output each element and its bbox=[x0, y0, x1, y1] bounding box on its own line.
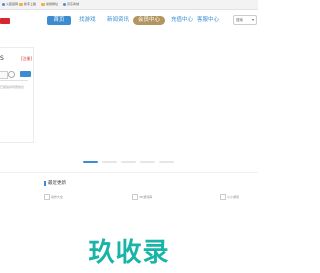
eye-icon[interactable] bbox=[8, 71, 15, 78]
carousel-dot[interactable] bbox=[83, 161, 98, 163]
register-link[interactable]: [注册] bbox=[21, 56, 32, 62]
bookmark-item[interactable]: 新手上路 bbox=[19, 0, 36, 9]
game-thumb[interactable]: 动作大全 bbox=[44, 194, 63, 200]
globe-icon bbox=[63, 3, 66, 6]
game-thumb[interactable]: 3D游戏库 bbox=[132, 194, 152, 200]
carousel-dot[interactable] bbox=[159, 161, 174, 163]
nav-search-dropdown[interactable]: 搜索 bbox=[233, 15, 257, 25]
nav-recharge[interactable]: 充值中心 bbox=[171, 16, 193, 25]
login-button[interactable] bbox=[20, 71, 31, 77]
login-panel: S [注册] 已阅读并同意协议 bbox=[0, 47, 34, 143]
section-marker bbox=[44, 181, 46, 186]
site-logo[interactable] bbox=[0, 18, 10, 24]
nav-games[interactable]: 找游戏 bbox=[79, 16, 96, 25]
section-title: 最近更新 bbox=[48, 181, 66, 186]
image-placeholder-icon bbox=[44, 194, 50, 200]
globe-icon bbox=[2, 3, 5, 6]
chevron-down-icon bbox=[252, 19, 254, 21]
bookmarks-bar: 火狐官网 新手上路 常用网址 京东商城 bbox=[0, 0, 258, 10]
divider bbox=[0, 80, 28, 81]
password-field[interactable] bbox=[0, 71, 8, 79]
nav-service[interactable]: 客服中心 bbox=[197, 16, 219, 25]
nav-member[interactable]: 会员中心 bbox=[133, 16, 165, 25]
bookmark-item[interactable]: 京东商城 bbox=[63, 0, 79, 9]
nav-home[interactable]: 首页 bbox=[47, 16, 71, 25]
nav-news[interactable]: 新闻资讯 bbox=[107, 16, 129, 25]
folder-icon bbox=[19, 3, 23, 6]
bookmark-item[interactable]: 火狐官网 bbox=[2, 0, 18, 9]
divider bbox=[0, 172, 258, 173]
agreement-text: 已阅读并同意协议 bbox=[0, 85, 25, 89]
image-placeholder-icon bbox=[220, 194, 226, 200]
folder-icon bbox=[41, 3, 45, 6]
top-navigation: 首页 找游戏 新闻资讯 会员中心 充值中心 客服中心 搜索 bbox=[0, 10, 258, 32]
game-thumb[interactable]: 小小游戏 bbox=[220, 194, 239, 200]
login-title: S bbox=[0, 55, 4, 62]
carousel-dot[interactable] bbox=[102, 161, 117, 163]
image-placeholder-icon bbox=[132, 194, 138, 200]
bookmark-item[interactable]: 常用网址 bbox=[41, 0, 58, 9]
carousel-dot[interactable] bbox=[140, 161, 155, 163]
watermark-text: 玖收录 bbox=[88, 238, 170, 268]
carousel-dot[interactable] bbox=[121, 161, 136, 163]
